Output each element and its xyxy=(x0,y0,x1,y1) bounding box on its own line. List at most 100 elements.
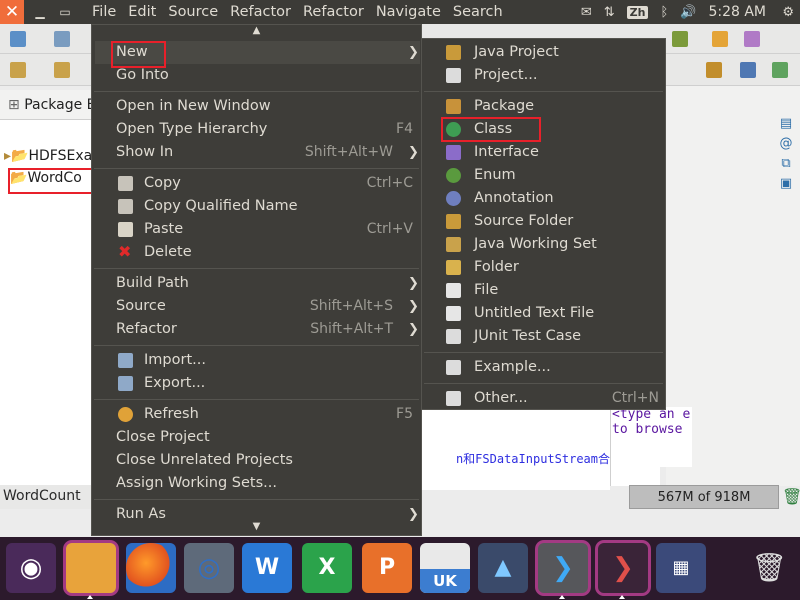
menu-item-refactor[interactable]: Refactor Shift+Alt+T ❯ xyxy=(92,318,421,341)
dock-software-center-icon[interactable]: UK xyxy=(420,543,470,593)
menu-item-label: Java Project xyxy=(474,44,559,60)
tree-item-hdfs[interactable]: ▸📂HDFSExa xyxy=(4,148,92,164)
java-perspective-icon[interactable] xyxy=(772,62,788,78)
submenu-item-enum[interactable]: Enum xyxy=(422,164,665,187)
menu-item-copy[interactable]: Copy Ctrl+C xyxy=(92,172,421,195)
terminal-chevron-icon: ❯ xyxy=(552,553,574,583)
submenu-item-file[interactable]: File xyxy=(422,279,665,302)
maximize-icon[interactable]: ▭ xyxy=(55,2,75,22)
menu-source[interactable]: Source xyxy=(162,0,224,24)
menu-item-import[interactable]: Import... xyxy=(92,349,421,372)
declaration-icon[interactable]: @ xyxy=(776,136,796,156)
pin-icon[interactable] xyxy=(744,31,760,47)
dock-workspace-switcher-icon[interactable]: ▦ xyxy=(656,543,706,593)
open-task-icon[interactable] xyxy=(672,31,688,47)
menu-file[interactable]: File xyxy=(86,0,122,24)
dock-wps-spreadsheet-icon[interactable]: X xyxy=(302,543,352,593)
menu-item-refresh[interactable]: Refresh F5 xyxy=(92,403,421,426)
submenu-item-java-working-set[interactable]: Java Working Set xyxy=(422,233,665,256)
submenu-item-example[interactable]: Example... xyxy=(422,356,665,379)
menu-item-close-project[interactable]: Close Project xyxy=(92,426,421,449)
new-submenu: Java Project Project... Package Class In… xyxy=(421,38,666,410)
bluetooth-icon[interactable]: ᛒ xyxy=(660,5,668,20)
menu-item-build-path[interactable]: Build Path ❯ xyxy=(92,272,421,295)
network-arrows-icon[interactable]: ⇅ xyxy=(604,5,615,20)
menu-edit[interactable]: Edit xyxy=(122,0,162,24)
menu-shortcut: F4 xyxy=(396,121,413,137)
save-icon[interactable] xyxy=(54,31,70,47)
submenu-item-java-project[interactable]: Java Project xyxy=(422,41,665,64)
menu-item-label: Show In xyxy=(116,144,174,160)
submenu-item-project[interactable]: Project... xyxy=(422,64,665,87)
menu-item-open-new-window[interactable]: Open in New Window xyxy=(92,95,421,118)
submenu-item-interface[interactable]: Interface xyxy=(422,141,665,164)
scroll-up-chevron-icon[interactable]: ▲ xyxy=(92,25,421,37)
menu-refactor[interactable]: Refactor xyxy=(224,0,297,24)
input-method-indicator[interactable]: Zh xyxy=(626,5,649,19)
javadoc-icon[interactable]: ▤ xyxy=(776,116,796,136)
submenu-item-source-folder[interactable]: Source Folder xyxy=(422,210,665,233)
submenu-item-untitled-text-file[interactable]: Untitled Text File xyxy=(422,302,665,325)
menu-item-copy-qualified-name[interactable]: Copy Qualified Name xyxy=(92,195,421,218)
top-panel: ✕ ▁ ▭ File Edit Source Refactor Refactor… xyxy=(0,0,800,24)
menu-navigate[interactable]: Navigate xyxy=(370,0,447,24)
package-explorer-tab[interactable]: ⊞ Package E xyxy=(0,90,91,120)
dock-remote-desktop-icon[interactable]: ▲ xyxy=(478,543,528,593)
dock-files-icon[interactable] xyxy=(66,543,116,593)
menu-item-open-type-hierarchy[interactable]: Open Type Hierarchy F4 xyxy=(92,118,421,141)
garbage-collect-icon[interactable]: 🗑 xyxy=(782,488,800,506)
minimize-icon[interactable]: ▁ xyxy=(30,2,50,22)
menu-item-label: Import... xyxy=(144,352,206,368)
menu-item-label: Other... xyxy=(474,390,528,406)
menu-item-delete[interactable]: ✖ Delete xyxy=(92,241,421,264)
menu-item-show-in[interactable]: Show In Shift+Alt+W ❯ xyxy=(92,141,421,164)
menu-shortcut: Ctrl+V xyxy=(366,221,413,237)
submenu-item-annotation[interactable]: Annotation xyxy=(422,187,665,210)
menu-item-assign-working-sets[interactable]: Assign Working Sets... xyxy=(92,472,421,495)
system-tray: ✉ ⇅ Zh ᛒ 🔊 5:28 AM ⚙ xyxy=(575,0,800,24)
submenu-item-junit-test-case[interactable]: JUnit Test Case xyxy=(422,325,665,348)
wps-writer-icon: W xyxy=(254,555,280,580)
power-gear-icon[interactable]: ⚙ xyxy=(782,5,794,20)
dock-terminal-icon[interactable]: ❯ xyxy=(538,543,588,593)
menubar: File Edit Source Refactor Refactor Navig… xyxy=(86,0,509,24)
menu-shortcut: Shift+Alt+T xyxy=(310,321,393,337)
menu-divider xyxy=(424,383,663,384)
console-icon[interactable]: ▣ xyxy=(776,176,796,196)
dock-firefox-icon[interactable] xyxy=(126,543,176,593)
text-file-icon xyxy=(446,306,461,321)
submenu-item-other[interactable]: Other... Ctrl+N xyxy=(422,387,665,410)
perspective-icon[interactable] xyxy=(712,31,728,47)
open-perspective-icon[interactable] xyxy=(706,62,722,78)
prev-annotation-icon[interactable] xyxy=(54,62,70,78)
dock-wps-writer-icon[interactable]: W xyxy=(242,543,292,593)
menu-item-close-unrelated[interactable]: Close Unrelated Projects xyxy=(92,449,421,472)
menu-item-go-into[interactable]: Go Into xyxy=(92,64,421,87)
highlight-box-wordcount xyxy=(8,168,94,194)
search-view-icon[interactable]: ⧉ xyxy=(776,156,796,176)
menu-divider xyxy=(94,168,419,169)
heap-status[interactable]: 567M of 918M xyxy=(629,485,779,509)
menu-item-paste[interactable]: Paste Ctrl+V xyxy=(92,218,421,241)
dock-ubuntu-icon[interactable]: ◉ xyxy=(6,543,56,593)
volume-icon[interactable]: 🔊 xyxy=(680,5,696,20)
menu-item-source[interactable]: Source Shift+Alt+S ❯ xyxy=(92,295,421,318)
package-explorer-icon: ⊞ xyxy=(8,97,25,113)
next-annotation-icon[interactable] xyxy=(10,62,26,78)
clock[interactable]: 5:28 AM xyxy=(708,4,766,20)
menu-refactor-2[interactable]: Refactor xyxy=(297,0,370,24)
mail-icon[interactable]: ✉ xyxy=(581,5,592,20)
java-ee-perspective-icon[interactable] xyxy=(740,62,756,78)
context-menu: ▲ New ❯ Go Into Open in New Window Open … xyxy=(91,24,422,536)
dock-terminal-2-icon[interactable]: ❯ xyxy=(598,543,648,593)
new-icon[interactable] xyxy=(10,31,26,47)
submenu-item-package[interactable]: Package xyxy=(422,95,665,118)
menu-item-export[interactable]: Export... xyxy=(92,372,421,395)
scroll-down-chevron-icon[interactable]: ▼ xyxy=(92,521,421,533)
dock-browser-icon[interactable]: ◎ xyxy=(184,543,234,593)
menu-search[interactable]: Search xyxy=(447,0,509,24)
dock-trash-icon[interactable]: 🗑 xyxy=(744,543,794,593)
submenu-item-folder[interactable]: Folder xyxy=(422,256,665,279)
dock-wps-presentation-icon[interactable]: P xyxy=(362,543,412,593)
close-icon[interactable]: ✕ xyxy=(0,0,24,24)
